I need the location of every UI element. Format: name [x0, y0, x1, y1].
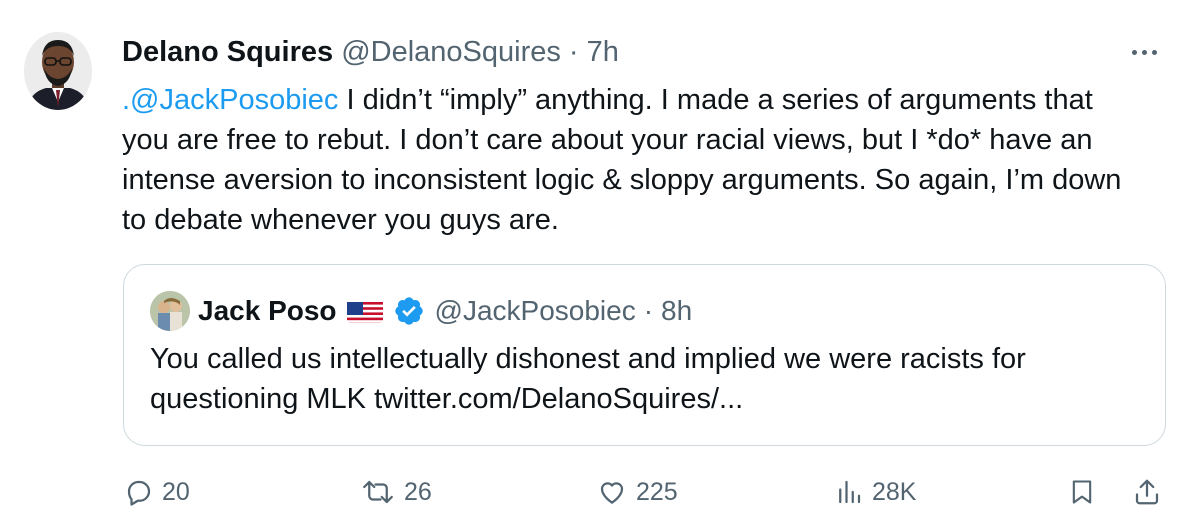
quote-author-name[interactable]: Jack Poso — [198, 293, 337, 329]
like-count: 225 — [636, 477, 678, 506]
quote-text: You called us intellectually dishonest a… — [150, 343, 1026, 415]
quote-timestamp[interactable]: 8h — [661, 293, 692, 329]
analytics-icon — [839, 480, 861, 504]
quote-author-avatar[interactable] — [150, 291, 190, 331]
author-avatar[interactable] — [24, 32, 92, 110]
retweet-count: 26 — [404, 477, 432, 506]
author-handle[interactable]: @DelanoSquires — [341, 36, 561, 68]
tweet-text: .@JackPosobiec I didn’t “imply” anything… — [122, 80, 1142, 240]
bookmark-icon — [1072, 480, 1092, 504]
bookmark-button[interactable] — [1068, 470, 1096, 514]
quote-author-handle[interactable]: @JackPosobiec — [435, 293, 636, 329]
tweet-card: Delano Squires @DelanoSquires · 7h .@Jac… — [0, 0, 1200, 531]
like-button[interactable]: 225 — [596, 470, 678, 514]
share-icon — [1135, 479, 1159, 505]
tweet-header: Delano Squires @DelanoSquires · 7h — [122, 34, 619, 70]
quoted-tweet[interactable]: Jack Poso @JackPosobiec · 8h You called … — [123, 264, 1166, 446]
heart-icon — [600, 482, 624, 504]
quote-header: Jack Poso @JackPosobiec · 8h — [198, 293, 692, 329]
reply-icon — [127, 480, 151, 506]
action-bar: 20 26 225 28K — [0, 470, 1200, 514]
retweet-button[interactable]: 26 — [360, 470, 432, 514]
share-button[interactable] — [1132, 470, 1162, 514]
views-button[interactable]: 28K — [834, 470, 916, 514]
more-icon[interactable] — [1124, 40, 1164, 64]
us-flag-icon — [346, 299, 383, 323]
verified-badge-icon[interactable] — [393, 295, 425, 327]
views-count: 28K — [872, 477, 917, 506]
header-separator: · — [568, 36, 579, 68]
reply-count: 20 — [162, 477, 190, 506]
quote-header-separator: · — [643, 295, 654, 326]
retweet-icon — [363, 480, 393, 504]
reply-button[interactable]: 20 — [124, 470, 190, 514]
author-name[interactable]: Delano Squires — [122, 36, 333, 68]
mention-link[interactable]: .@JackPosobiec — [122, 84, 338, 116]
tweet-timestamp[interactable]: 7h — [587, 36, 619, 68]
